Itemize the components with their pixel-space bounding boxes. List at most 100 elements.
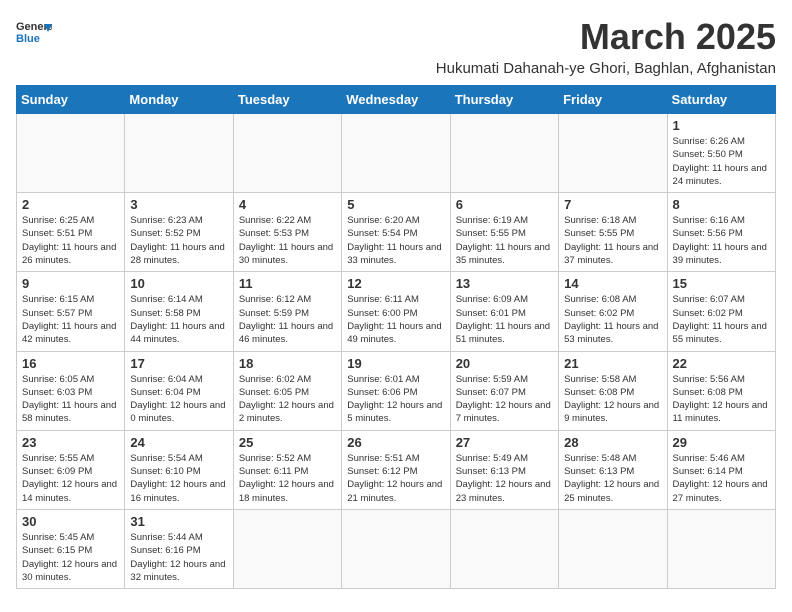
day-info: Sunrise: 5:48 AM Sunset: 6:13 PM Dayligh… bbox=[564, 452, 661, 505]
day-info: Sunrise: 5:56 AM Sunset: 6:08 PM Dayligh… bbox=[673, 373, 770, 426]
calendar-cell bbox=[667, 509, 775, 588]
day-info: Sunrise: 6:16 AM Sunset: 5:56 PM Dayligh… bbox=[673, 214, 770, 267]
calendar-cell: 22Sunrise: 5:56 AM Sunset: 6:08 PM Dayli… bbox=[667, 351, 775, 430]
day-number: 8 bbox=[673, 197, 770, 212]
day-info: Sunrise: 5:54 AM Sunset: 6:10 PM Dayligh… bbox=[130, 452, 227, 505]
calendar-week-4: 16Sunrise: 6:05 AM Sunset: 6:03 PM Dayli… bbox=[17, 351, 776, 430]
day-info: Sunrise: 6:19 AM Sunset: 5:55 PM Dayligh… bbox=[456, 214, 553, 267]
day-number: 14 bbox=[564, 276, 661, 291]
calendar-cell bbox=[233, 114, 341, 193]
day-number: 20 bbox=[456, 356, 553, 371]
svg-text:Blue: Blue bbox=[16, 33, 40, 45]
location-subtitle: Hukumati Dahanah-ye Ghori, Baghlan, Afgh… bbox=[436, 60, 776, 77]
calendar-cell: 23 Sunrise: 5:55 AM Sunset: 6:09 PM Dayli… bbox=[17, 430, 125, 509]
day-info: Sunrise: 5:49 AM Sunset: 6:13 PM Dayligh… bbox=[456, 452, 553, 505]
title-area: March 2025 Hukumati Dahanah-ye Ghori, Ba… bbox=[436, 16, 776, 77]
calendar-cell: 4 Sunrise: 6:22 AM Sunset: 5:53 PM Daylig… bbox=[233, 193, 341, 272]
page-header: General Blue March 2025 Hukumati Dahanah… bbox=[16, 16, 776, 77]
calendar-cell bbox=[342, 509, 450, 588]
day-number: 9 bbox=[22, 276, 119, 291]
day-info: Sunrise: 6:20 AM Sunset: 5:54 PM Dayligh… bbox=[347, 214, 444, 267]
day-number: 10 bbox=[130, 276, 227, 291]
calendar-week-1: 1 Sunrise: 6:26 AM Sunset: 5:50 PM Daylig… bbox=[17, 114, 776, 193]
day-info: Sunrise: 5:58 AM Sunset: 6:08 PM Dayligh… bbox=[564, 373, 661, 426]
logo-icon: General Blue bbox=[16, 16, 52, 52]
calendar-cell bbox=[125, 114, 233, 193]
day-info: Sunrise: 5:46 AM Sunset: 6:14 PM Dayligh… bbox=[673, 452, 770, 505]
calendar-cell: 16Sunrise: 6:05 AM Sunset: 6:03 PM Dayli… bbox=[17, 351, 125, 430]
calendar-cell: 13 Sunrise: 6:09 AM Sunset: 6:01 PM Dayli… bbox=[450, 272, 558, 351]
calendar-week-5: 23 Sunrise: 5:55 AM Sunset: 6:09 PM Dayli… bbox=[17, 430, 776, 509]
calendar-cell bbox=[233, 509, 341, 588]
calendar-week-3: 9 Sunrise: 6:15 AM Sunset: 5:57 PM Daylig… bbox=[17, 272, 776, 351]
day-info: Sunrise: 5:52 AM Sunset: 6:11 PM Dayligh… bbox=[239, 452, 336, 505]
calendar-cell: 14 Sunrise: 6:08 AM Sunset: 6:02 PM Dayli… bbox=[559, 272, 667, 351]
calendar-cell: 21Sunrise: 5:58 AM Sunset: 6:08 PM Dayli… bbox=[559, 351, 667, 430]
calendar-cell: 31 Sunrise: 5:44 AM Sunset: 6:16 PM Dayli… bbox=[125, 509, 233, 588]
day-number: 7 bbox=[564, 197, 661, 212]
day-info: Sunrise: 6:05 AM Sunset: 6:03 PM Dayligh… bbox=[22, 373, 119, 426]
weekday-header-friday: Friday bbox=[559, 86, 667, 114]
day-number: 27 bbox=[456, 435, 553, 450]
weekday-header-row: SundayMondayTuesdayWednesdayThursdayFrid… bbox=[17, 86, 776, 114]
calendar-cell: 1 Sunrise: 6:26 AM Sunset: 5:50 PM Daylig… bbox=[667, 114, 775, 193]
month-title: March 2025 bbox=[436, 16, 776, 58]
calendar-cell: 29 Sunrise: 5:46 AM Sunset: 6:14 PM Dayli… bbox=[667, 430, 775, 509]
day-number: 24 bbox=[130, 435, 227, 450]
day-number: 23 bbox=[22, 435, 119, 450]
day-info: Sunrise: 5:44 AM Sunset: 6:16 PM Dayligh… bbox=[130, 531, 227, 584]
calendar-cell: 24 Sunrise: 5:54 AM Sunset: 6:10 PM Dayli… bbox=[125, 430, 233, 509]
day-number: 3 bbox=[130, 197, 227, 212]
day-number: 15 bbox=[673, 276, 770, 291]
day-number: 4 bbox=[239, 197, 336, 212]
calendar-cell: 9 Sunrise: 6:15 AM Sunset: 5:57 PM Daylig… bbox=[17, 272, 125, 351]
calendar-cell: 18 Sunrise: 6:02 AM Sunset: 6:05 PM Dayli… bbox=[233, 351, 341, 430]
day-number: 6 bbox=[456, 197, 553, 212]
calendar-cell: 19Sunrise: 6:01 AM Sunset: 6:06 PM Dayli… bbox=[342, 351, 450, 430]
calendar-cell: 20 Sunrise: 5:59 AM Sunset: 6:07 PM Dayli… bbox=[450, 351, 558, 430]
day-number: 18 bbox=[239, 356, 336, 371]
calendar-cell: 10Sunrise: 6:14 AM Sunset: 5:58 PM Dayli… bbox=[125, 272, 233, 351]
day-info: Sunrise: 6:02 AM Sunset: 6:05 PM Dayligh… bbox=[239, 373, 336, 426]
calendar-cell: 30Sunrise: 5:45 AM Sunset: 6:15 PM Dayli… bbox=[17, 509, 125, 588]
day-info: Sunrise: 5:55 AM Sunset: 6:09 PM Dayligh… bbox=[22, 452, 119, 505]
day-number: 28 bbox=[564, 435, 661, 450]
calendar-cell: 11Sunrise: 6:12 AM Sunset: 5:59 PM Dayli… bbox=[233, 272, 341, 351]
day-info: Sunrise: 6:25 AM Sunset: 5:51 PM Dayligh… bbox=[22, 214, 119, 267]
day-info: Sunrise: 6:09 AM Sunset: 6:01 PM Dayligh… bbox=[456, 293, 553, 346]
day-info: Sunrise: 5:51 AM Sunset: 6:12 PM Dayligh… bbox=[347, 452, 444, 505]
day-info: Sunrise: 6:26 AM Sunset: 5:50 PM Dayligh… bbox=[673, 135, 770, 188]
day-number: 12 bbox=[347, 276, 444, 291]
day-info: Sunrise: 6:08 AM Sunset: 6:02 PM Dayligh… bbox=[564, 293, 661, 346]
calendar-cell: 12Sunrise: 6:11 AM Sunset: 6:00 PM Dayli… bbox=[342, 272, 450, 351]
calendar-cell bbox=[450, 509, 558, 588]
calendar-cell bbox=[559, 114, 667, 193]
calendar-cell bbox=[342, 114, 450, 193]
calendar-cell: 27 Sunrise: 5:49 AM Sunset: 6:13 PM Dayli… bbox=[450, 430, 558, 509]
calendar-cell: 7Sunrise: 6:18 AM Sunset: 5:55 PM Daylig… bbox=[559, 193, 667, 272]
calendar-cell: 2 Sunrise: 6:25 AM Sunset: 5:51 PM Daylig… bbox=[17, 193, 125, 272]
calendar-cell: 8 Sunrise: 6:16 AM Sunset: 5:56 PM Daylig… bbox=[667, 193, 775, 272]
day-info: Sunrise: 5:59 AM Sunset: 6:07 PM Dayligh… bbox=[456, 373, 553, 426]
calendar-cell: 6 Sunrise: 6:19 AM Sunset: 5:55 PM Daylig… bbox=[450, 193, 558, 272]
day-info: Sunrise: 6:22 AM Sunset: 5:53 PM Dayligh… bbox=[239, 214, 336, 267]
day-info: Sunrise: 6:15 AM Sunset: 5:57 PM Dayligh… bbox=[22, 293, 119, 346]
calendar-week-2: 2 Sunrise: 6:25 AM Sunset: 5:51 PM Daylig… bbox=[17, 193, 776, 272]
day-number: 5 bbox=[347, 197, 444, 212]
day-number: 1 bbox=[673, 118, 770, 133]
day-number: 13 bbox=[456, 276, 553, 291]
day-number: 31 bbox=[130, 514, 227, 529]
calendar-cell: 28 Sunrise: 5:48 AM Sunset: 6:13 PM Dayli… bbox=[559, 430, 667, 509]
day-number: 11 bbox=[239, 276, 336, 291]
calendar-cell bbox=[559, 509, 667, 588]
day-number: 17 bbox=[130, 356, 227, 371]
day-number: 29 bbox=[673, 435, 770, 450]
day-number: 2 bbox=[22, 197, 119, 212]
calendar-cell: 5 Sunrise: 6:20 AM Sunset: 5:54 PM Daylig… bbox=[342, 193, 450, 272]
calendar-cell: 3 Sunrise: 6:23 AM Sunset: 5:52 PM Daylig… bbox=[125, 193, 233, 272]
day-info: Sunrise: 6:23 AM Sunset: 5:52 PM Dayligh… bbox=[130, 214, 227, 267]
weekday-header-tuesday: Tuesday bbox=[233, 86, 341, 114]
calendar-cell: 25Sunrise: 5:52 AM Sunset: 6:11 PM Dayli… bbox=[233, 430, 341, 509]
weekday-header-saturday: Saturday bbox=[667, 86, 775, 114]
calendar-table: SundayMondayTuesdayWednesdayThursdayFrid… bbox=[16, 85, 776, 589]
